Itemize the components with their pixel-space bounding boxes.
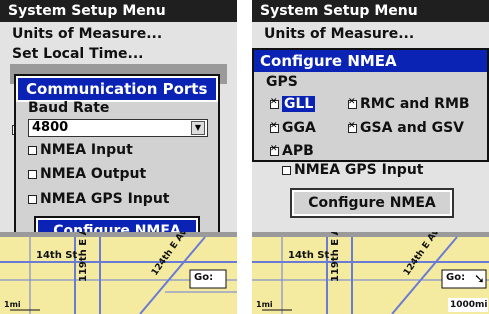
dropdown-arrow-icon[interactable]: ▼ bbox=[191, 121, 205, 135]
scale-label: 1mi bbox=[4, 300, 21, 309]
map-view[interactable]: 14th St 119th E Ave 124th E Av Go: 1mi bbox=[0, 232, 237, 314]
nmea-input-label: NMEA Input bbox=[40, 142, 133, 158]
checkbox-checked-icon bbox=[270, 121, 279, 133]
go-label: Go: bbox=[194, 272, 214, 283]
checkbox-checked-icon bbox=[348, 97, 357, 109]
gsa-gsv-checkbox[interactable]: GSA and GSV bbox=[348, 120, 464, 136]
nmea-output-label: NMEA Output bbox=[40, 166, 147, 182]
checkbox-icon bbox=[282, 165, 291, 175]
checkbox-icon bbox=[28, 145, 37, 155]
left-screen: System Setup Menu Units of Measure... Se… bbox=[0, 0, 237, 314]
gps-group-label: GPS bbox=[266, 74, 298, 90]
baud-rate-select[interactable]: 4800 ▼ bbox=[28, 119, 208, 137]
configure-nmea-button[interactable]: Configure NMEA bbox=[290, 188, 454, 218]
nmea-gps-input-label: NMEA GPS Input bbox=[294, 162, 424, 178]
apb-label: APB bbox=[282, 143, 314, 159]
nmea-gps-input-checkbox[interactable]: NMEA GPS Input bbox=[282, 162, 424, 178]
checkbox-checked-icon bbox=[348, 121, 357, 133]
checkbox-icon bbox=[28, 169, 37, 179]
scale-label: 1mi bbox=[256, 300, 273, 309]
menu-item-units[interactable]: Units of Measure... bbox=[12, 24, 162, 44]
baud-rate-label: Baud Rate bbox=[28, 100, 110, 116]
nmea-gps-input-label: NMEA GPS Input bbox=[40, 191, 170, 207]
gll-checkbox[interactable]: GLL bbox=[270, 96, 316, 112]
dialog-title: Configure NMEA bbox=[254, 50, 487, 72]
checkbox-checked-icon bbox=[270, 144, 279, 156]
street-label: 14th St bbox=[288, 250, 330, 261]
gll-label: GLL bbox=[282, 96, 316, 112]
checkbox-icon bbox=[28, 194, 37, 204]
dialog-title: Communication Ports bbox=[16, 76, 218, 102]
right-screen: System Setup Menu Units of Measure... NM… bbox=[252, 0, 489, 314]
street-label-2: 119th E Ave bbox=[78, 232, 89, 282]
direction-arrow-icon: ➘ bbox=[474, 272, 485, 287]
system-menu-title: System Setup Menu bbox=[0, 0, 237, 22]
go-label: Go: bbox=[446, 272, 466, 283]
rmc-rmb-label: RMC and RMB bbox=[360, 96, 470, 112]
gga-label: GGA bbox=[282, 120, 316, 136]
system-menu-title: System Setup Menu bbox=[252, 0, 489, 22]
gsa-gsv-label: GSA and GSV bbox=[360, 120, 465, 136]
configure-nmea-dialog: Configure NMEA GPS GLL RMC and RMB GGA G… bbox=[252, 48, 489, 162]
nmea-input-checkbox[interactable]: NMEA Input bbox=[28, 142, 133, 158]
apb-checkbox[interactable]: APB bbox=[270, 143, 314, 159]
checkbox-checked-icon bbox=[270, 97, 279, 109]
rmc-rmb-checkbox[interactable]: RMC and RMB bbox=[348, 96, 470, 112]
baud-rate-value: 4800 bbox=[32, 120, 69, 135]
distance-label: 1000mi bbox=[450, 300, 488, 310]
gga-checkbox[interactable]: GGA bbox=[270, 120, 316, 136]
map-view[interactable]: 14th St 119th E Ave 124th E Av Go: ➘ 100… bbox=[252, 232, 489, 314]
menu-item-local-time[interactable]: Set Local Time... bbox=[12, 44, 144, 64]
nmea-output-checkbox[interactable]: NMEA Output bbox=[28, 166, 146, 182]
menu-item-units[interactable]: Units of Measure... bbox=[264, 24, 414, 44]
street-label: 14th St bbox=[36, 250, 78, 261]
nmea-gps-input-checkbox[interactable]: NMEA GPS Input bbox=[28, 191, 170, 207]
street-label-2: 119th E Ave bbox=[330, 232, 341, 282]
communication-ports-dialog: Communication Ports Baud Rate 4800 ▼ NME… bbox=[14, 74, 220, 250]
